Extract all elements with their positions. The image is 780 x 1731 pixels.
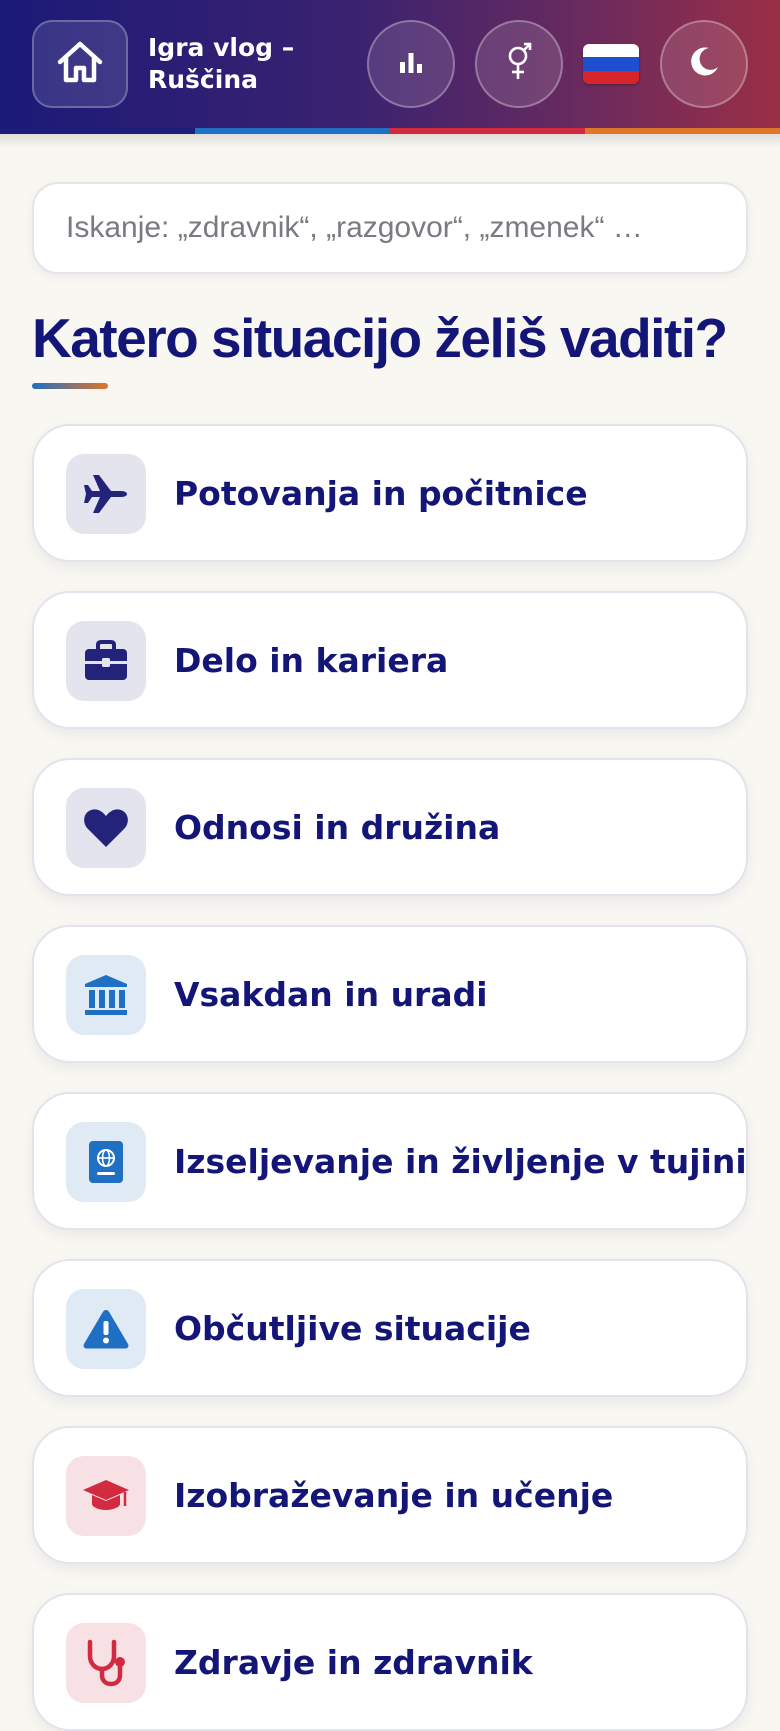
page-title: Katero situacijo želiš vaditi? (32, 307, 728, 369)
stethoscope-icon (66, 1623, 146, 1703)
category-label: Potovanja in počitnice (174, 473, 588, 513)
category-relationships[interactable]: Odnosi in družina (32, 758, 748, 896)
category-label: Izseljevanje in življenje v tujini (174, 1141, 747, 1181)
app-title: Igra vlog – Ruščina (148, 33, 295, 94)
category-work[interactable]: Delo in kariera (32, 591, 748, 729)
search-input[interactable] (32, 182, 748, 274)
briefcase-icon (66, 621, 146, 701)
bank-icon (66, 955, 146, 1035)
home-icon (54, 38, 106, 90)
bar-chart-icon (398, 50, 424, 78)
category-sensitive-situations[interactable]: Občutljive situacije (32, 1259, 748, 1397)
heart-icon (66, 788, 146, 868)
warning-icon (66, 1289, 146, 1369)
gender-button[interactable] (475, 20, 563, 108)
airplane-icon (66, 454, 146, 534)
category-health[interactable]: Zdravje in zdravnik (32, 1593, 748, 1731)
category-education[interactable]: Izobraževanje in učenje (32, 1426, 748, 1564)
passport-icon (66, 1122, 146, 1202)
graduation-cap-icon (66, 1456, 146, 1536)
category-label: Odnosi in družina (174, 807, 501, 847)
category-travel[interactable]: Potovanja in počitnice (32, 424, 748, 562)
gender-icon (504, 41, 534, 87)
home-button[interactable] (32, 20, 128, 108)
category-everyday-offices[interactable]: Vsakdan in uradi (32, 925, 748, 1063)
category-emigration[interactable]: Izseljevanje in življenje v tujini (32, 1092, 748, 1230)
title-underline (32, 383, 108, 389)
category-label: Občutljive situacije (174, 1308, 531, 1348)
russia-flag-icon[interactable] (583, 44, 639, 84)
stats-button[interactable] (367, 20, 455, 108)
category-label: Delo in kariera (174, 640, 449, 680)
moon-icon (687, 45, 721, 83)
category-label: Zdravje in zdravnik (174, 1642, 533, 1682)
app-header: Igra vlog – Ruščina (0, 0, 780, 128)
category-label: Izobraževanje in učenje (174, 1475, 614, 1515)
category-label: Vsakdan in uradi (174, 974, 488, 1014)
theme-toggle-button[interactable] (660, 20, 748, 108)
